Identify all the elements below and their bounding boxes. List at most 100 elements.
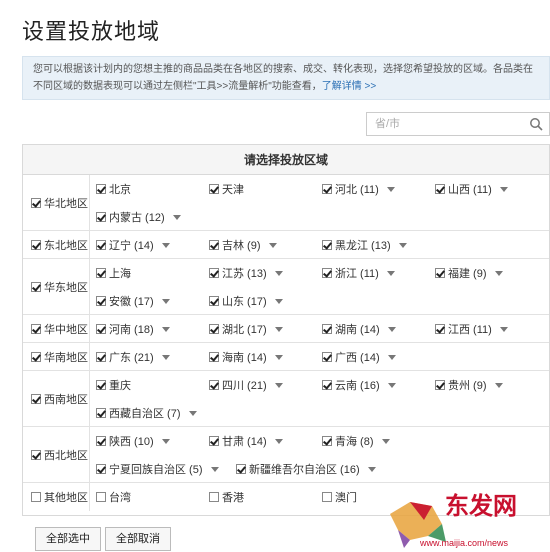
province-item[interactable]: 天津: [203, 175, 316, 203]
province-checkbox[interactable]: [209, 296, 219, 306]
chevron-down-icon[interactable]: [161, 438, 170, 444]
chevron-down-icon[interactable]: [161, 242, 170, 248]
province-checkbox[interactable]: [435, 268, 445, 278]
province-checkbox[interactable]: [322, 268, 332, 278]
chevron-down-icon[interactable]: [274, 270, 283, 276]
province-item[interactable]: 台湾: [90, 483, 203, 511]
province-item[interactable]: 云南 (16): [316, 371, 429, 399]
province-item[interactable]: 江西 (11): [429, 315, 542, 343]
chevron-down-icon[interactable]: [161, 354, 170, 360]
chevron-down-icon[interactable]: [381, 438, 390, 444]
chevron-down-icon[interactable]: [387, 382, 396, 388]
deselect-all-button[interactable]: 全部取消: [105, 527, 171, 551]
province-item[interactable]: 河南 (18): [90, 315, 203, 343]
chevron-down-icon[interactable]: [210, 466, 219, 472]
chevron-down-icon[interactable]: [161, 298, 170, 304]
province-checkbox[interactable]: [209, 184, 219, 194]
province-checkbox[interactable]: [435, 380, 445, 390]
province-checkbox[interactable]: [96, 464, 106, 474]
chevron-down-icon[interactable]: [367, 466, 376, 472]
region-checkbox[interactable]: [31, 393, 41, 404]
province-checkbox[interactable]: [209, 380, 219, 390]
province-item[interactable]: 西藏自治区 (7): [90, 399, 203, 427]
province-item[interactable]: 安徽 (17): [90, 287, 203, 315]
province-checkbox[interactable]: [209, 324, 219, 334]
region-checkbox-cell[interactable]: 华中地区: [23, 315, 90, 342]
province-item[interactable]: 广西 (14): [316, 343, 429, 371]
chevron-down-icon[interactable]: [494, 270, 503, 276]
province-item[interactable]: 青海 (8): [316, 427, 429, 455]
province-checkbox[interactable]: [322, 184, 332, 194]
province-item[interactable]: 山东 (17): [203, 287, 316, 315]
chevron-down-icon[interactable]: [172, 214, 181, 220]
region-checkbox[interactable]: [31, 492, 41, 502]
region-checkbox[interactable]: [31, 449, 41, 460]
province-item[interactable]: 陕西 (10): [90, 427, 203, 455]
province-checkbox[interactable]: [435, 324, 445, 334]
province-item[interactable]: 江苏 (13): [203, 259, 316, 287]
chevron-down-icon[interactable]: [274, 382, 283, 388]
province-checkbox[interactable]: [96, 380, 106, 390]
region-checkbox-cell[interactable]: 西北地区: [23, 427, 90, 482]
province-item[interactable]: 贵州 (9): [429, 371, 542, 399]
province-checkbox[interactable]: [209, 436, 219, 446]
learn-more-link[interactable]: 了解详情 >>: [322, 81, 376, 92]
region-checkbox[interactable]: [31, 197, 41, 208]
province-item[interactable]: 新疆维吾尔自治区 (16): [230, 455, 376, 483]
chevron-down-icon[interactable]: [161, 326, 170, 332]
province-item[interactable]: 湖南 (14): [316, 315, 429, 343]
province-checkbox[interactable]: [322, 352, 332, 362]
chevron-down-icon[interactable]: [274, 438, 283, 444]
province-checkbox[interactable]: [209, 492, 219, 502]
region-checkbox-cell[interactable]: 东北地区: [23, 231, 90, 258]
province-checkbox[interactable]: [209, 352, 219, 362]
province-checkbox[interactable]: [96, 324, 106, 334]
chevron-down-icon[interactable]: [386, 270, 395, 276]
chevron-down-icon[interactable]: [387, 354, 396, 360]
province-checkbox[interactable]: [322, 240, 332, 250]
chevron-down-icon[interactable]: [398, 242, 407, 248]
province-checkbox[interactable]: [322, 492, 332, 502]
province-item[interactable]: 海南 (14): [203, 343, 316, 371]
region-checkbox-cell[interactable]: 华北地区: [23, 175, 90, 230]
region-checkbox[interactable]: [31, 323, 41, 334]
province-checkbox[interactable]: [96, 492, 106, 502]
chevron-down-icon[interactable]: [386, 186, 395, 192]
province-checkbox[interactable]: [96, 296, 106, 306]
province-checkbox[interactable]: [96, 240, 106, 250]
region-checkbox[interactable]: [31, 239, 41, 250]
province-item[interactable]: 甘肃 (14): [203, 427, 316, 455]
region-checkbox-cell[interactable]: 华南地区: [23, 343, 90, 370]
chevron-down-icon[interactable]: [188, 410, 197, 416]
province-item[interactable]: 广东 (21): [90, 343, 203, 371]
region-checkbox-cell[interactable]: 华东地区: [23, 259, 90, 314]
province-checkbox[interactable]: [96, 408, 106, 418]
province-item[interactable]: 内蒙古 (12): [90, 203, 203, 231]
province-checkbox[interactable]: [236, 464, 246, 474]
province-item[interactable]: 河北 (11): [316, 175, 429, 203]
province-checkbox[interactable]: [322, 436, 332, 446]
province-item[interactable]: 北京: [90, 175, 203, 203]
chevron-down-icon[interactable]: [499, 186, 508, 192]
chevron-down-icon[interactable]: [494, 382, 503, 388]
province-item[interactable]: 香港: [203, 483, 316, 511]
province-item[interactable]: 吉林 (9): [203, 231, 316, 259]
province-checkbox[interactable]: [322, 380, 332, 390]
province-checkbox[interactable]: [96, 436, 106, 446]
chevron-down-icon[interactable]: [274, 326, 283, 332]
region-checkbox[interactable]: [31, 351, 41, 362]
province-item[interactable]: 四川 (21): [203, 371, 316, 399]
province-item[interactable]: 福建 (9): [429, 259, 542, 287]
province-item[interactable]: 重庆: [90, 371, 203, 399]
province-checkbox[interactable]: [435, 184, 445, 194]
province-item[interactable]: 辽宁 (14): [90, 231, 203, 259]
region-checkbox[interactable]: [31, 281, 41, 292]
province-item[interactable]: 湖北 (17): [203, 315, 316, 343]
region-checkbox-cell[interactable]: 其他地区: [23, 483, 90, 511]
province-item[interactable]: 山西 (11): [429, 175, 542, 203]
search-icon[interactable]: [529, 117, 543, 131]
select-all-button[interactable]: 全部选中: [35, 527, 101, 551]
region-checkbox-cell[interactable]: 西南地区: [23, 371, 90, 426]
province-checkbox[interactable]: [322, 324, 332, 334]
province-checkbox[interactable]: [96, 352, 106, 362]
